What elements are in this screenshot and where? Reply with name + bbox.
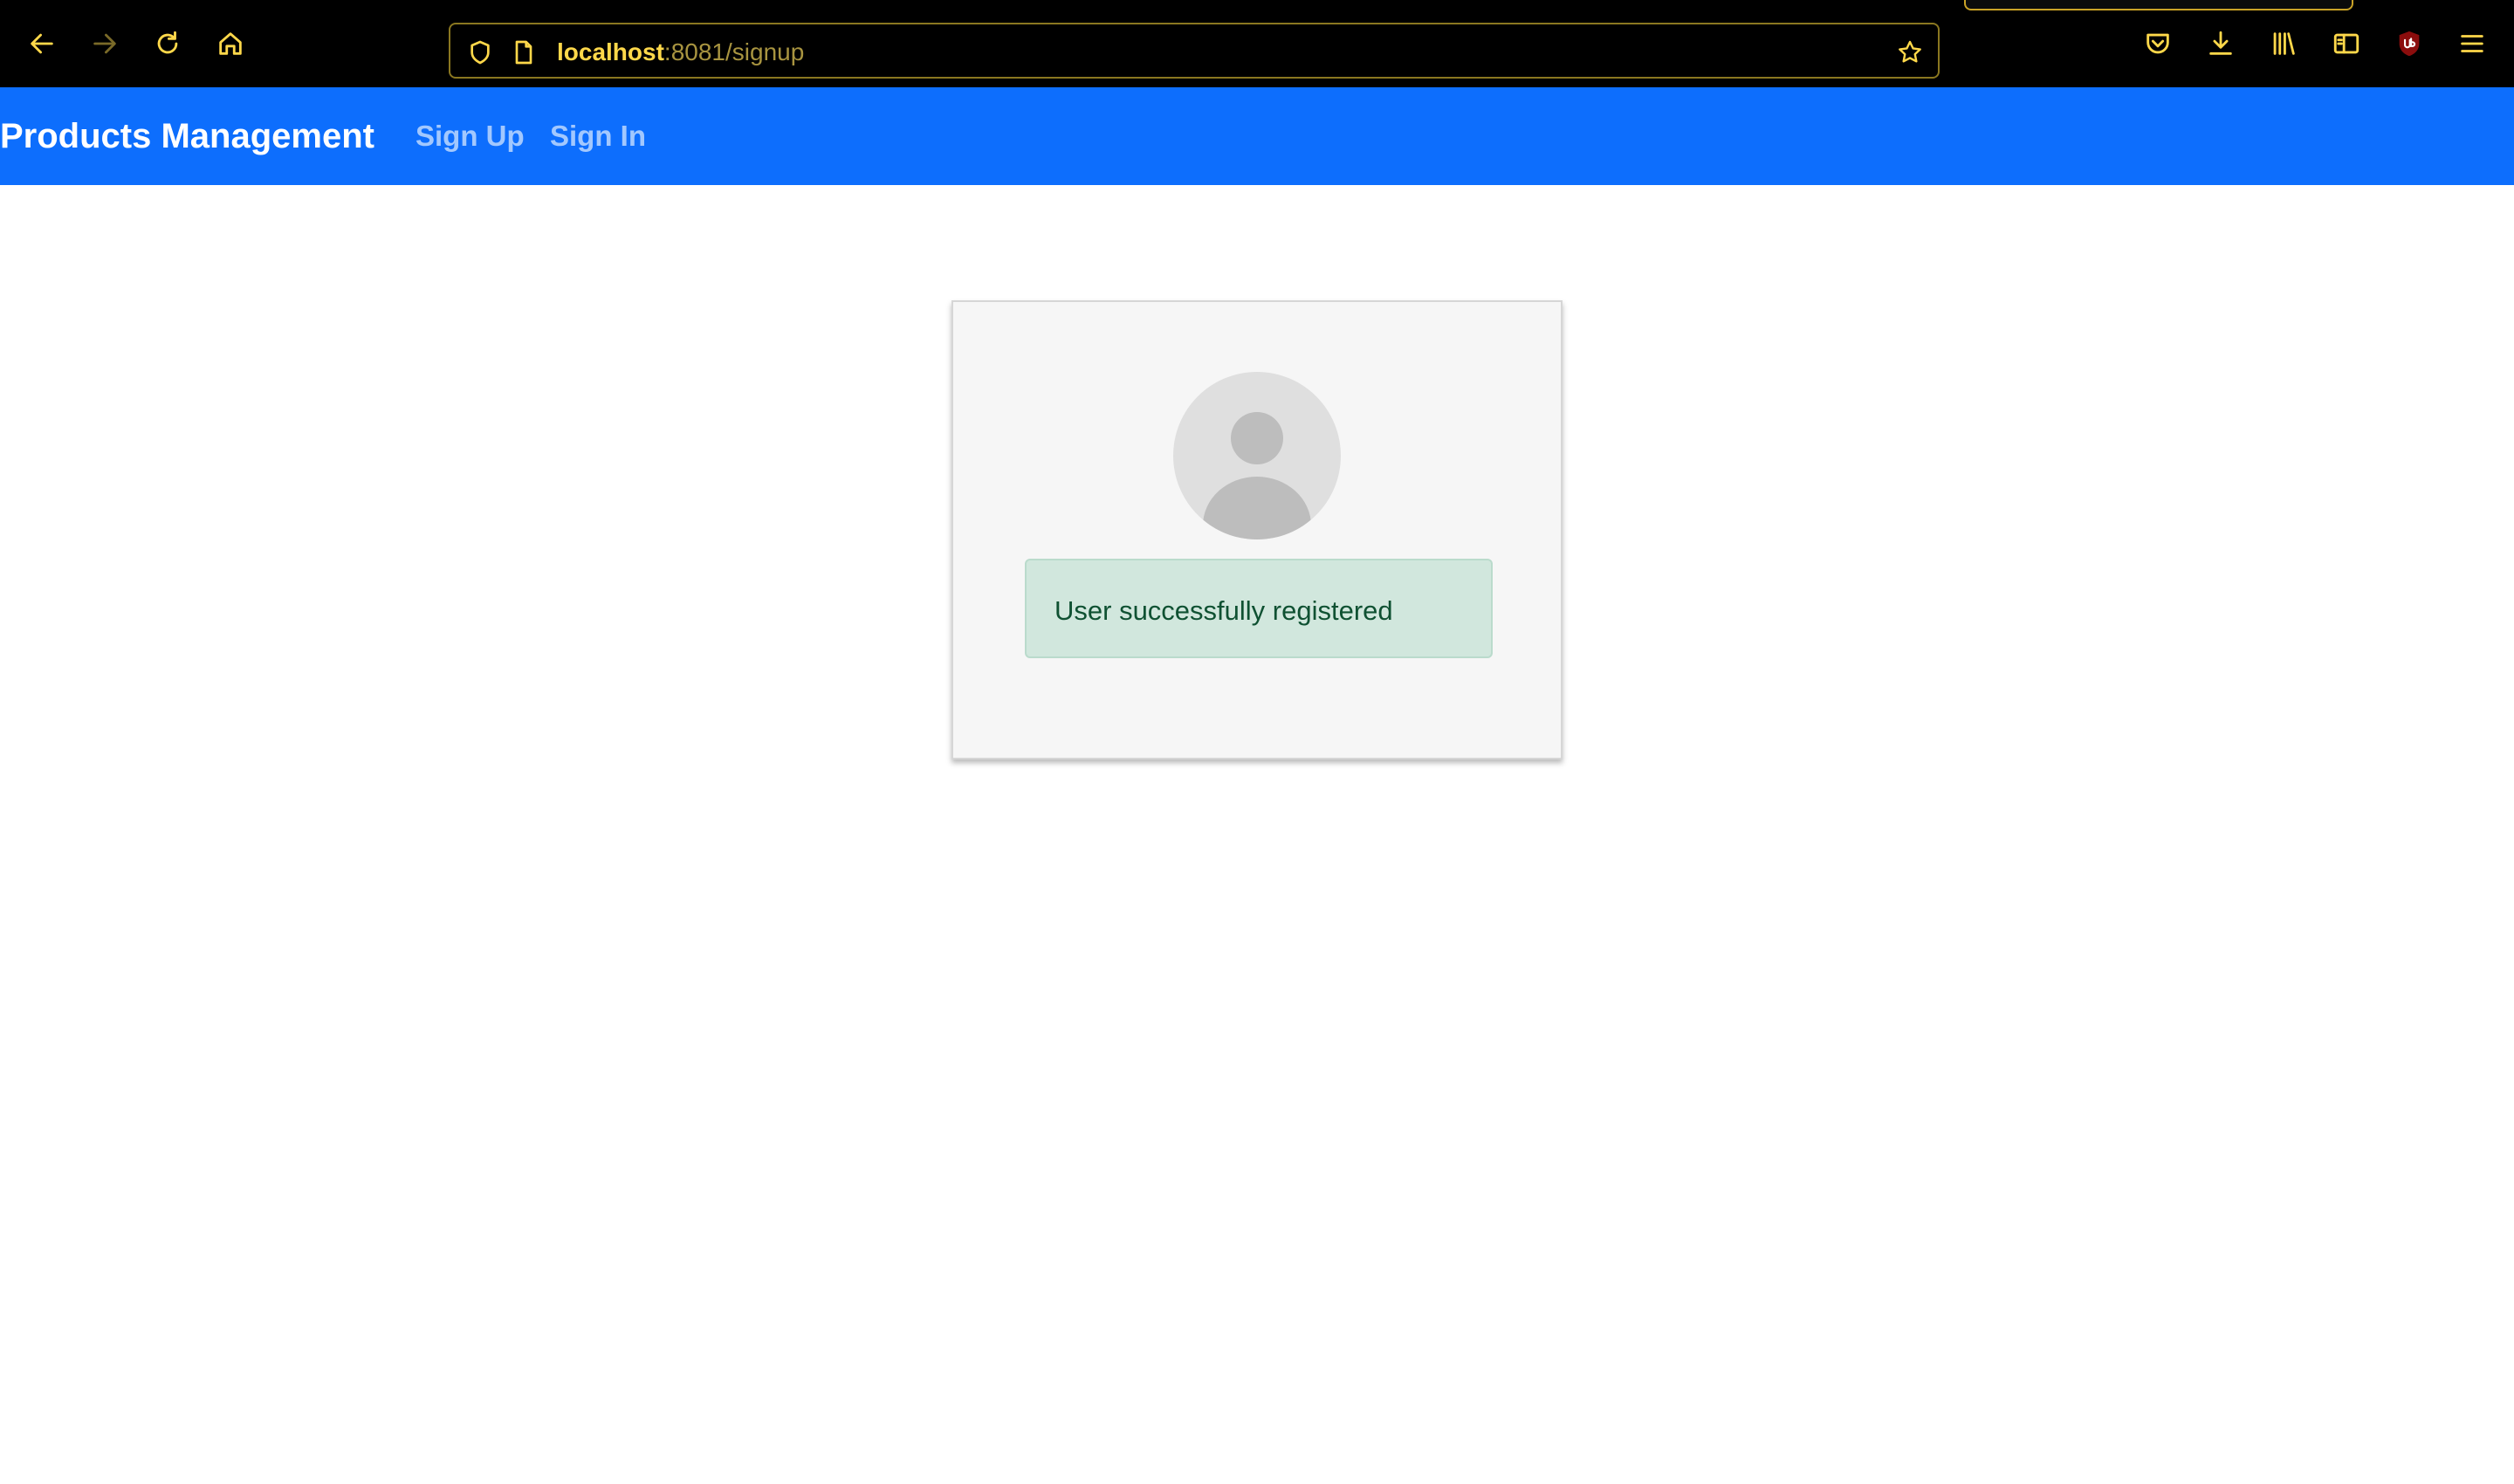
ublock-icon — [2399, 31, 2420, 57]
nav-link-sign-up[interactable]: Sign Up — [416, 113, 525, 159]
reload-icon — [157, 31, 178, 54]
signup-card: User successfully registered — [951, 300, 1563, 759]
shield-icon[interactable] — [464, 37, 496, 68]
download-icon — [2209, 31, 2232, 55]
back-button[interactable] — [23, 24, 61, 63]
success-message: User successfully registered — [1054, 595, 1393, 626]
url-text[interactable]: localhost:8081/signup — [557, 37, 804, 68]
menu-button[interactable] — [2453, 24, 2491, 63]
home-icon — [219, 32, 242, 55]
browser-toolbar: localhost:8081/signup — [0, 0, 2514, 87]
menu-icon — [2461, 35, 2483, 52]
forward-arrow-icon — [93, 33, 116, 54]
nav-link-sign-in[interactable]: Sign In — [550, 113, 646, 159]
back-arrow-icon — [31, 33, 53, 54]
library-button[interactable] — [2264, 24, 2303, 63]
pocket-icon — [2147, 33, 2169, 54]
user-avatar-icon — [1173, 372, 1341, 539]
url-path: :8081/signup — [663, 38, 805, 65]
forward-button[interactable] — [86, 24, 124, 63]
brand-link[interactable]: Products Management — [0, 112, 374, 161]
pocket-button[interactable] — [2139, 24, 2177, 63]
sidebar-icon — [2333, 33, 2359, 54]
url-host: localhost — [557, 38, 664, 65]
address-bar[interactable]: localhost:8081/signup — [449, 23, 1940, 79]
library-icon — [2273, 32, 2295, 55]
active-tab-edge[interactable] — [1964, 0, 2353, 10]
home-button[interactable] — [211, 24, 250, 63]
app-navbar: Products Management Sign Up Sign In — [0, 87, 2514, 185]
reload-button[interactable] — [148, 24, 187, 63]
downloads-button[interactable] — [2201, 24, 2240, 63]
sidebar-button[interactable] — [2327, 24, 2366, 63]
success-alert: User successfully registered — [1025, 559, 1493, 658]
ublock-button[interactable] — [2390, 24, 2428, 63]
page-icon[interactable] — [508, 37, 539, 68]
bookmark-star-icon[interactable] — [1894, 37, 1926, 68]
